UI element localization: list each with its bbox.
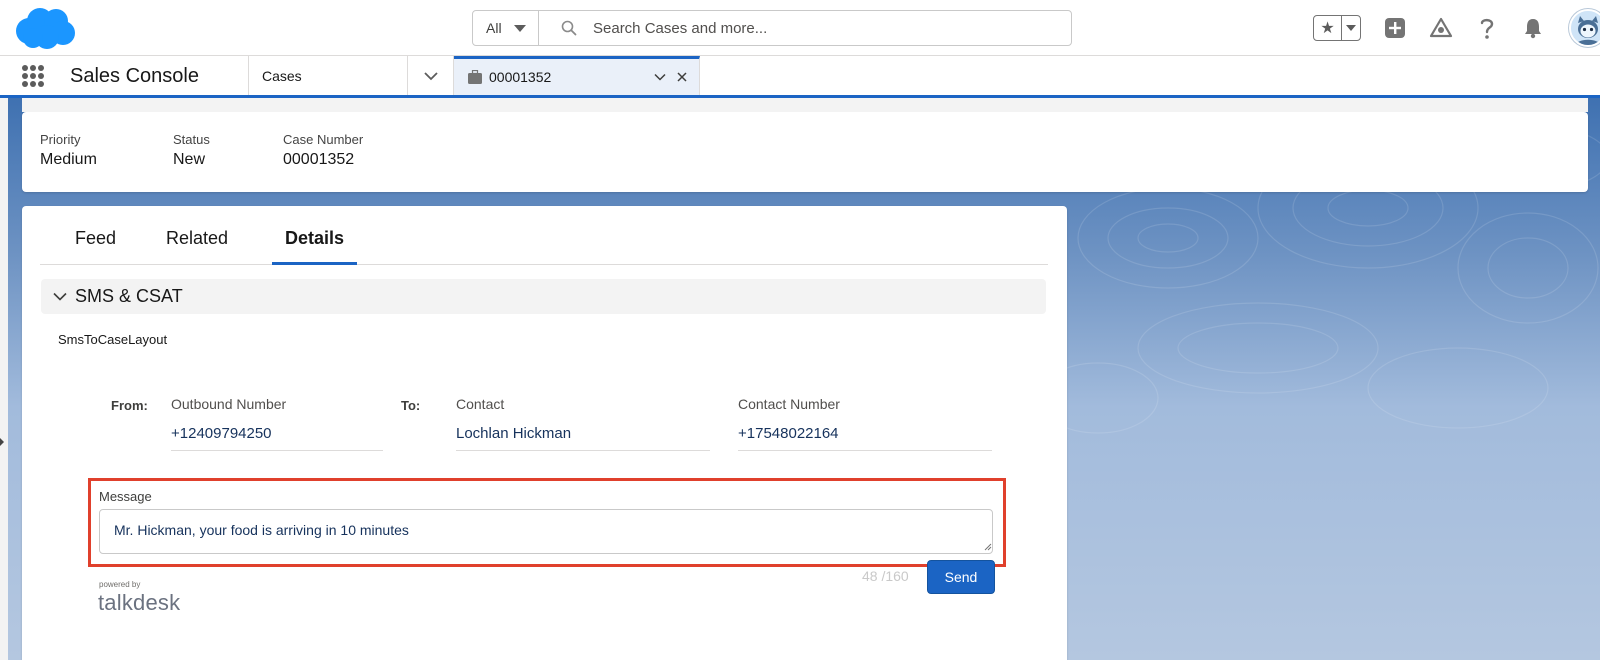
search-field [539,11,1071,45]
workspace-tab-label: 00001352 [489,69,552,85]
contact-number-label: Contact Number [738,396,840,412]
chevron-down-icon [654,73,666,81]
highlight-label: Status [173,132,210,147]
highlight-value: 00001352 [283,151,355,168]
layout-name: SmsToCaseLayout [58,332,168,347]
chevron-down-icon [53,292,67,301]
tab-close-button[interactable] [671,66,693,88]
message-highlight-box: Message Mr. Hickman, your food is arrivi… [88,478,1006,567]
message-textarea[interactable]: Mr. Hickman, your food is arriving in 10… [99,509,993,554]
case-briefcase-icon [468,70,482,84]
app-name: Sales Console [70,65,199,87]
tab-feed[interactable]: Feed [75,228,116,265]
expand-arrow-icon[interactable] [0,438,4,446]
highlight-priority: Priority Medium [40,132,97,169]
favorites-dropdown-icon[interactable] [1342,25,1360,31]
highlight-case-number: Case Number 00001352 [283,132,363,169]
resize-grip-icon[interactable] [984,543,992,551]
from-label: From: [111,398,148,413]
global-header: All ★ [0,0,1600,56]
contact-label: Contact [456,396,505,412]
search-scope-dropdown[interactable]: All [473,11,539,45]
section-header-sms-csat[interactable]: SMS & CSAT [41,279,1046,314]
salesforce-cloud-logo[interactable] [12,6,76,50]
message-label: Message [99,489,152,504]
character-counter: 48 /160 [862,568,909,584]
utility-rail [0,98,8,660]
trailhead-icon[interactable] [1429,16,1453,40]
notifications-bell-icon[interactable] [1521,16,1545,40]
search-input[interactable] [593,19,1053,37]
help-icon[interactable] [1475,16,1499,40]
tab-related[interactable]: Related [166,228,228,265]
search-scope-label: All [486,20,502,36]
tab-details[interactable]: Details [272,228,358,265]
close-icon [677,72,687,82]
header-actions: ★ [1313,9,1600,47]
section-title: SMS & CSAT [75,286,183,306]
nav-menu-dropdown[interactable] [408,56,454,95]
record-tabset: Feed Related Details [40,206,1048,265]
contact-value[interactable]: Lochlan Hickman [456,425,710,451]
highlight-label: Priority [40,132,81,147]
chevron-down-icon [423,71,438,80]
user-avatar[interactable] [1569,9,1600,47]
star-icon[interactable]: ★ [1314,16,1342,40]
record-highlights-panel: Priority Medium Status New Case Number 0… [22,98,1588,192]
record-detail-card: Feed Related Details SMS & CSAT SmsToCas… [22,206,1067,660]
favorites-button[interactable]: ★ [1313,15,1361,41]
caret-down-icon [513,24,526,32]
highlight-value: Medium [40,151,97,168]
highlight-label: Case Number [283,132,364,147]
highlight-value: New [173,151,206,168]
search-icon [561,20,577,36]
outbound-number-value[interactable]: +12409794250 [171,425,383,451]
to-label: To: [401,398,421,413]
talkdesk-logo: talkdesk [98,590,181,615]
contact-number-value[interactable]: +17548022164 [738,425,992,451]
powered-by-label: powered by [99,580,141,589]
app-launcher-icon[interactable] [22,65,44,87]
workspace-tab-case[interactable]: 00001352 [454,56,700,95]
global-actions-icon[interactable] [1383,16,1407,40]
highlights-header-band [22,98,1588,112]
global-search: All [472,10,1072,46]
tab-actions-dropdown[interactable] [649,66,671,88]
highlight-status: Status New [173,132,210,169]
send-button[interactable]: Send [927,560,995,594]
outbound-number-label: Outbound Number [171,396,287,412]
app-navigation-bar: Sales Console Cases 00001352 [0,56,1600,98]
nav-item-cases[interactable]: Cases [248,56,408,95]
